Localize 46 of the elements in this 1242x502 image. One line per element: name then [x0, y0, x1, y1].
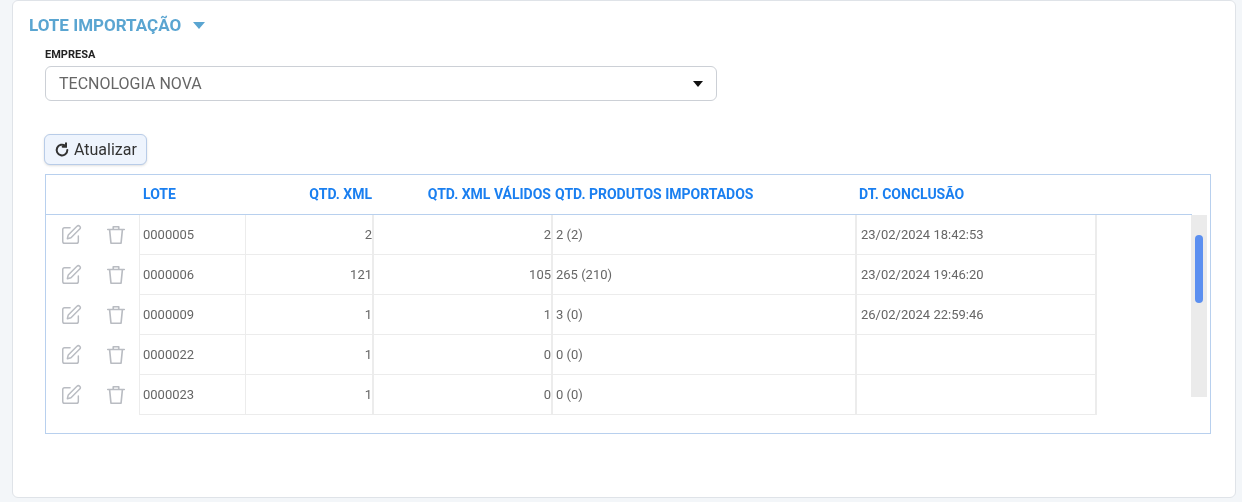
refresh-button[interactable]: Atualizar [44, 134, 147, 165]
table-cell: 0000005 [139, 215, 245, 255]
table-cell: 1 [245, 295, 372, 335]
edit-icon[interactable] [59, 384, 82, 406]
trash-icon[interactable] [105, 344, 128, 366]
table-cell: 1 [245, 335, 372, 375]
table-cell: 0000006 [139, 255, 245, 295]
column-header[interactable]: DT. CONCLUSÃO [855, 184, 1097, 205]
table-cell: 2 [245, 215, 372, 255]
field-label: EMPRESA [45, 46, 97, 63]
edit-icon[interactable] [59, 264, 82, 286]
table-cell: 0 [372, 375, 551, 415]
column-header[interactable]: QTD. XML [245, 184, 372, 205]
table-cell: 0 [372, 335, 551, 375]
trash-icon[interactable] [105, 264, 128, 286]
column-header[interactable]: QTD. PRODUTOS IMPORTADOS [551, 184, 855, 205]
edit-icon[interactable] [59, 224, 82, 246]
company-select[interactable]: TECNOLOGIA NOVA [45, 66, 717, 101]
table-cell: 265 (210) [551, 255, 855, 295]
trash-icon[interactable] [105, 384, 128, 406]
refresh-icon [54, 141, 70, 158]
table-cell: 121 [245, 255, 372, 295]
table-cell: 0000022 [139, 335, 245, 375]
table-cell: 105 [372, 255, 551, 295]
trash-icon[interactable] [105, 304, 128, 326]
table-cell: 3 (0) [551, 295, 855, 335]
caret-icon [693, 80, 703, 87]
column-header[interactable]: LOTE [139, 184, 245, 205]
table-cell: 1 [372, 295, 551, 335]
edit-icon[interactable] [59, 304, 82, 326]
trash-icon[interactable] [105, 224, 128, 246]
table-cell: 0 (0) [551, 375, 855, 415]
table-cell: 23/02/2024 18:42:53 [855, 215, 1097, 255]
table-cell: 1 [245, 375, 372, 415]
scrollbar[interactable] [1191, 215, 1207, 397]
table-cell: 0000023 [139, 375, 245, 415]
table-cell: 26/02/2024 22:59:46 [855, 295, 1097, 335]
edit-icon[interactable] [59, 344, 82, 366]
table-cell: 0 (0) [551, 335, 855, 375]
caret-icon[interactable] [193, 21, 206, 30]
table-cell: 0000009 [139, 295, 245, 335]
table-cell: 2 [372, 215, 551, 255]
column-header[interactable]: QTD. XML VÁLIDOS [372, 184, 551, 205]
table-cell: 2 (2) [551, 215, 855, 255]
table-cell: 23/02/2024 19:46:20 [855, 255, 1097, 295]
section-title[interactable]: LOTE IMPORTAÇÃO [29, 13, 182, 39]
